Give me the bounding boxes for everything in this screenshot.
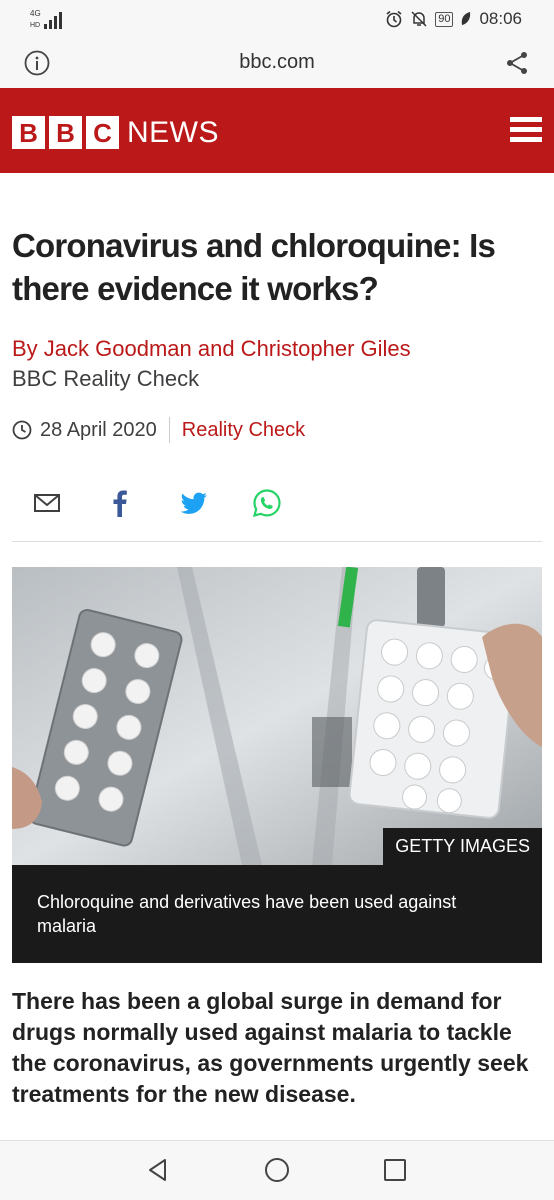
article-date: 28 April 2020 [40,418,157,441]
article-byline: By Jack Goodman and Christopher Giles [12,336,411,361]
status-bar: 4G HD 90 08:06 [0,0,554,38]
article-intro: There has been a global surge in demand … [12,988,529,1107]
facebook-icon[interactable] [105,488,135,518]
article-headline: Coronavirus and chloroquine: Is there ev… [12,227,496,307]
signal-icon: 4G HD [30,9,62,29]
share-tools [0,486,554,522]
browser-url-bar: bbc.com [0,38,554,88]
svg-text:4G: 4G [30,9,41,18]
home-icon[interactable] [264,1157,290,1183]
article-image: GETTY IMAGES [12,567,542,865]
bbc-news-logo[interactable]: B B C NEWS [12,116,219,149]
meta-divider [168,417,170,443]
logo-block-b2: B [49,116,82,149]
site-header: B B C NEWS [0,88,554,173]
byline-role: BBC Reality Check [12,366,200,391]
logo-block-c: C [86,116,119,149]
whatsapp-icon[interactable] [252,488,282,518]
logo-news-label: NEWS [127,116,219,149]
battery-saver-icon [462,12,471,25]
share-icon[interactable] [504,50,530,76]
battery-level: 90 [435,11,454,27]
article-meta: 28 April 2020 Reality Check [12,416,305,444]
chloroquine-tablets-photo [12,567,542,865]
clock-time: 08:06 [479,9,522,28]
alarm-icon [386,10,402,28]
share-divider [12,541,542,542]
logo-block-b1: B [12,116,45,149]
image-credit: GETTY IMAGES [383,828,542,865]
topic-link[interactable]: Reality Check [182,419,305,442]
url-text[interactable]: bbc.com [0,51,554,74]
menu-icon[interactable] [510,117,542,143]
recents-icon[interactable] [382,1157,408,1183]
svg-text:HD: HD [30,22,40,29]
mute-notification-icon [411,11,427,27]
clock-icon [12,420,32,440]
email-icon[interactable] [32,488,62,518]
twitter-icon[interactable] [179,488,209,518]
image-caption: Chloroquine and derivatives have been us… [12,865,542,963]
back-icon[interactable] [145,1157,171,1183]
android-nav-bar [0,1140,554,1200]
